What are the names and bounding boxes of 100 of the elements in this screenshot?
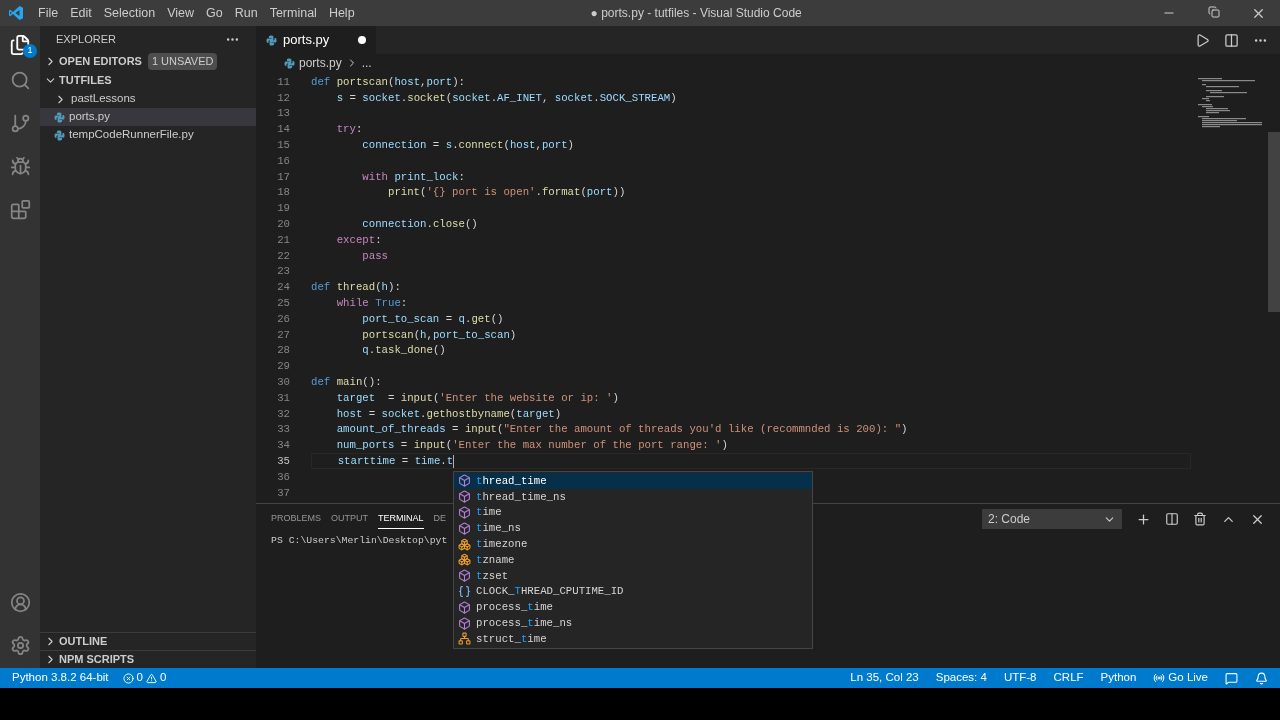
suggestion-item[interactable]: tzset: [454, 567, 812, 584]
menu-item[interactable]: Terminal: [263, 3, 323, 23]
line-number: 36: [276, 469, 290, 485]
breadcrumb-item[interactable]: ...: [361, 54, 372, 72]
suggestion-item[interactable]: timezone: [454, 536, 812, 552]
code-line: try:: [335, 122, 363, 138]
status-item[interactable]: UTF-8: [1003, 669, 1037, 687]
suggestion-item[interactable]: CLOCK_THREAD_CPUTIME_ID: [454, 583, 812, 600]
suggestion-item[interactable]: time: [454, 504, 812, 521]
constant-icon: [458, 584, 471, 598]
status-item[interactable]: Ln 35, Col 23: [850, 669, 919, 687]
code-line: q.task_done(): [361, 343, 446, 359]
status-item[interactable]: CRLF: [1053, 669, 1084, 687]
line-number: 13: [276, 106, 290, 122]
new-terminal-icon[interactable]: [1136, 511, 1151, 527]
section-header[interactable]: TUTFILES: [40, 71, 256, 90]
line-number: 23: [276, 264, 290, 280]
code-line: except:: [335, 232, 382, 248]
line-number: 11: [276, 74, 290, 90]
class-icon: [458, 632, 471, 646]
line-number: 35: [276, 454, 290, 469]
menu-item[interactable]: View: [161, 3, 200, 23]
code-line: print('{} port is open'.format(port)): [386, 185, 626, 201]
suggestion-item[interactable]: process_time: [454, 599, 812, 616]
run-icon[interactable]: [1195, 32, 1210, 48]
error-icon: [122, 672, 134, 684]
debug-icon[interactable]: [9, 156, 31, 177]
problems-indicator[interactable]: 0 0: [122, 669, 167, 687]
search-icon[interactable]: [9, 70, 31, 91]
notification-badge: 1: [23, 44, 37, 58]
breadcrumb-item[interactable]: ports.py: [299, 54, 342, 72]
feedback-icon[interactable]: [1225, 671, 1238, 685]
menu-item[interactable]: Go: [200, 3, 229, 23]
trash-icon[interactable]: [1193, 512, 1207, 526]
account-icon[interactable]: [9, 592, 31, 613]
section-header[interactable]: OUTLINE: [40, 632, 256, 650]
panel-tab[interactable]: OUTPUT: [331, 508, 368, 530]
file-tree-item[interactable]: pastLessons: [40, 90, 256, 108]
section-header[interactable]: OPEN EDITORS 1 UNSAVED: [40, 52, 256, 71]
file-tree-item[interactable]: ports.py: [40, 108, 256, 126]
field-icon: [458, 553, 471, 567]
code-line: portscan(h,port_to_scan): [361, 327, 517, 343]
python-file-icon: [54, 111, 65, 123]
source-control-icon[interactable]: [9, 113, 31, 134]
python-file-icon: [284, 57, 295, 69]
line-number: 20: [276, 217, 290, 233]
line-number: 19: [276, 201, 290, 217]
file-tree-item[interactable]: tempCodeRunnerFile.py: [40, 126, 256, 144]
suggestion-item[interactable]: time_ns: [454, 520, 812, 537]
suggestion-item[interactable]: process_time_ns: [454, 615, 812, 631]
extensions-icon[interactable]: [9, 199, 31, 220]
code-line: amount_of_threads = input("Enter the amount of threads you'd like (recommnded is 200): "): [335, 422, 908, 438]
status-item[interactable]: Spaces: 4: [935, 669, 987, 687]
menu-item[interactable]: Run: [228, 3, 264, 23]
settings-icon[interactable]: [9, 635, 31, 656]
line-number: 17: [276, 169, 290, 185]
line-number: 33: [276, 422, 290, 438]
suggestion-item[interactable]: struct_time: [454, 630, 812, 647]
bell-icon[interactable]: [1255, 671, 1268, 685]
terminal-select[interactable]: 2: Code: [982, 509, 1122, 529]
suggestion-item[interactable]: thread_time: [454, 473, 812, 489]
line-number: 26: [276, 311, 290, 327]
suggestion-item[interactable]: thread_time_ns: [454, 488, 812, 505]
code-line: target = input('Enter the website or ip: '): [335, 390, 619, 406]
menu-item[interactable]: Edit: [64, 3, 98, 23]
panel-tab[interactable]: DE: [433, 508, 447, 530]
editor-tab[interactable]: ports.py: [256, 26, 376, 54]
restore-icon[interactable]: [1208, 5, 1220, 18]
code-line: pass: [361, 248, 388, 264]
python-file-icon: [54, 129, 65, 141]
line-number: 32: [276, 406, 290, 422]
split-editor-icon[interactable]: [1224, 32, 1239, 48]
line-number: 24: [276, 280, 290, 296]
cube-icon: [458, 474, 471, 488]
code-line: s = socket.socket(socket.AF_INET, socket.SOCK_STREAM): [335, 90, 677, 106]
line-number: 12: [276, 90, 290, 106]
scrollbar-thumb[interactable]: [1268, 132, 1280, 312]
sidebar-title: EXPLORER: [56, 31, 116, 47]
line-number: 15: [276, 138, 290, 154]
menu-item[interactable]: File: [32, 3, 65, 23]
split-terminal-icon[interactable]: [1165, 512, 1179, 526]
menu-item[interactable]: Help: [322, 3, 361, 23]
line-number: 37: [276, 485, 290, 501]
cube-icon: [458, 616, 471, 630]
code-line: while True:: [335, 296, 408, 311]
code-line: def main():: [311, 375, 382, 390]
explorer-icon[interactable]: [9, 34, 31, 56]
field-icon: [458, 537, 471, 551]
panel-tab[interactable]: TERMINAL: [378, 508, 424, 530]
code-line: host = socket.gethostbyname(target): [335, 406, 562, 422]
suggestion-item[interactable]: tzname: [454, 552, 812, 568]
panel-tab[interactable]: PROBLEMS: [271, 508, 321, 530]
line-number: 25: [276, 296, 290, 312]
menu-item[interactable]: Selection: [97, 3, 162, 23]
line-number: 16: [276, 153, 290, 169]
python-interpreter[interactable]: Python 3.8.2 64-bit: [12, 669, 109, 687]
code-line: connection.close(): [361, 217, 478, 232]
go-live-button[interactable]: Go Live: [1153, 669, 1208, 687]
app-logo-icon: [8, 5, 24, 21]
status-item[interactable]: Python: [1100, 669, 1137, 687]
